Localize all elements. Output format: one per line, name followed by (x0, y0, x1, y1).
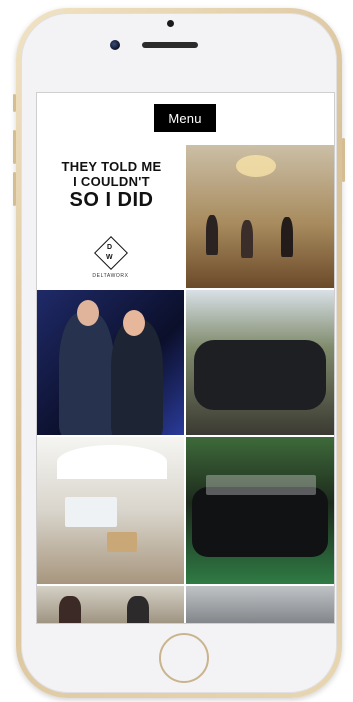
volume-up-button (13, 130, 16, 164)
sports-team-photo[interactable] (186, 437, 334, 584)
poster-line-3: SO I DID (69, 189, 154, 211)
poster-tile[interactable]: THEY TOLD ME I COULDN'T SO I DID D W DEL… (37, 145, 184, 288)
logo-letter-top: D (107, 244, 113, 251)
poster-line-2: I COULDN'T (73, 174, 150, 189)
group-outdoor-photo[interactable] (186, 290, 334, 435)
deltaworx-logo-icon (94, 236, 128, 270)
brand-name: DELTAWORX (92, 273, 129, 279)
tent-stand-photo[interactable] (37, 437, 184, 584)
volume-down-button (13, 172, 16, 206)
logo-letter-bottom: W (106, 254, 113, 261)
menu-button[interactable]: Menu (154, 104, 216, 132)
presentation-photo[interactable] (37, 586, 184, 623)
home-button[interactable] (159, 633, 209, 683)
mute-switch (13, 94, 16, 112)
building-interior-photo[interactable] (186, 586, 334, 623)
poster-line-1: THEY TOLD ME (61, 159, 162, 174)
poster-headline: THEY TOLD ME I COULDN'T SO I DID (49, 159, 174, 211)
phone-screen: Menu THEY TOLD ME I COULDN'T SO I DID D … (36, 92, 335, 624)
proximity-sensor (167, 20, 174, 27)
power-button (342, 138, 345, 182)
front-camera-icon (110, 40, 120, 50)
earpiece-speaker (142, 42, 198, 48)
event-hall-photo[interactable] (186, 145, 334, 288)
couple-portrait-photo[interactable] (37, 290, 184, 435)
